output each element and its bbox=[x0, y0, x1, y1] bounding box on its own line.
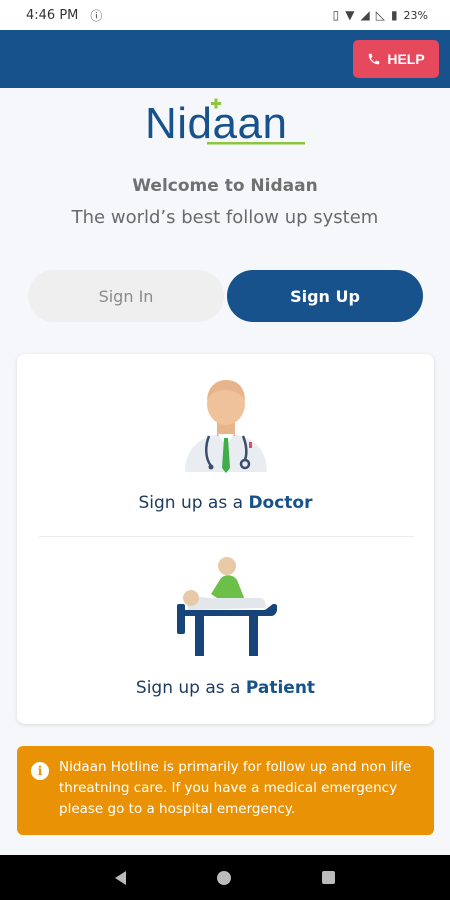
doctor-option-bold: Doctor bbox=[248, 493, 313, 513]
help-button[interactable]: HELP bbox=[353, 40, 439, 78]
tab-sign-up[interactable]: Sign Up bbox=[227, 270, 423, 322]
signup-options-card: Sign up as a Doctor Sign up as a Patient bbox=[17, 354, 434, 724]
divider bbox=[39, 536, 414, 537]
app-logo: Nidaan bbox=[145, 96, 315, 148]
info-icon: i bbox=[31, 762, 49, 780]
patient-option-prefix: Sign up as a bbox=[135, 678, 246, 698]
doctor-icon[interactable] bbox=[181, 376, 271, 476]
signal-icon: ◢ bbox=[360, 8, 370, 22]
patient-option-bold: Patient bbox=[245, 678, 316, 698]
vibrate-icon: ▯ bbox=[332, 8, 340, 22]
hotline-notice-banner: i Nidaan Hotline is primarily for follow… bbox=[17, 746, 434, 835]
status-time: 4:46 PM bbox=[26, 7, 79, 23]
patient-icon[interactable] bbox=[175, 554, 277, 658]
app-header: HELP bbox=[0, 30, 450, 88]
battery-icon: ▮ bbox=[390, 8, 398, 22]
system-nav-bar bbox=[0, 855, 450, 900]
welcome-subtitle: The world’s best follow up system bbox=[71, 207, 379, 228]
back-icon[interactable] bbox=[115, 870, 127, 885]
welcome-title: Welcome to Nidaan bbox=[132, 176, 318, 196]
status-bar: 4:46 PM ⓘ ▯ ▼ ◢ ◺ ▮ 23% bbox=[0, 0, 450, 30]
wifi-icon: ▼ bbox=[345, 8, 355, 22]
signal-icon-2: ◺ bbox=[375, 8, 385, 22]
recent-apps-icon[interactable] bbox=[321, 871, 335, 884]
signup-patient-option[interactable]: Sign up as a Patient bbox=[17, 678, 434, 698]
help-label: HELP bbox=[387, 51, 425, 67]
phone-icon bbox=[369, 53, 380, 65]
doctor-option-prefix: Sign up as a bbox=[138, 493, 249, 513]
alert-icon: ⓘ bbox=[90, 8, 103, 23]
home-icon[interactable] bbox=[216, 870, 231, 885]
signup-doctor-option[interactable]: Sign up as a Doctor bbox=[17, 493, 434, 513]
tab-sign-in[interactable]: Sign In bbox=[28, 270, 224, 322]
battery-percent: 23% bbox=[403, 8, 428, 22]
banner-text: Nidaan Hotline is primarily for follow u… bbox=[59, 759, 412, 817]
